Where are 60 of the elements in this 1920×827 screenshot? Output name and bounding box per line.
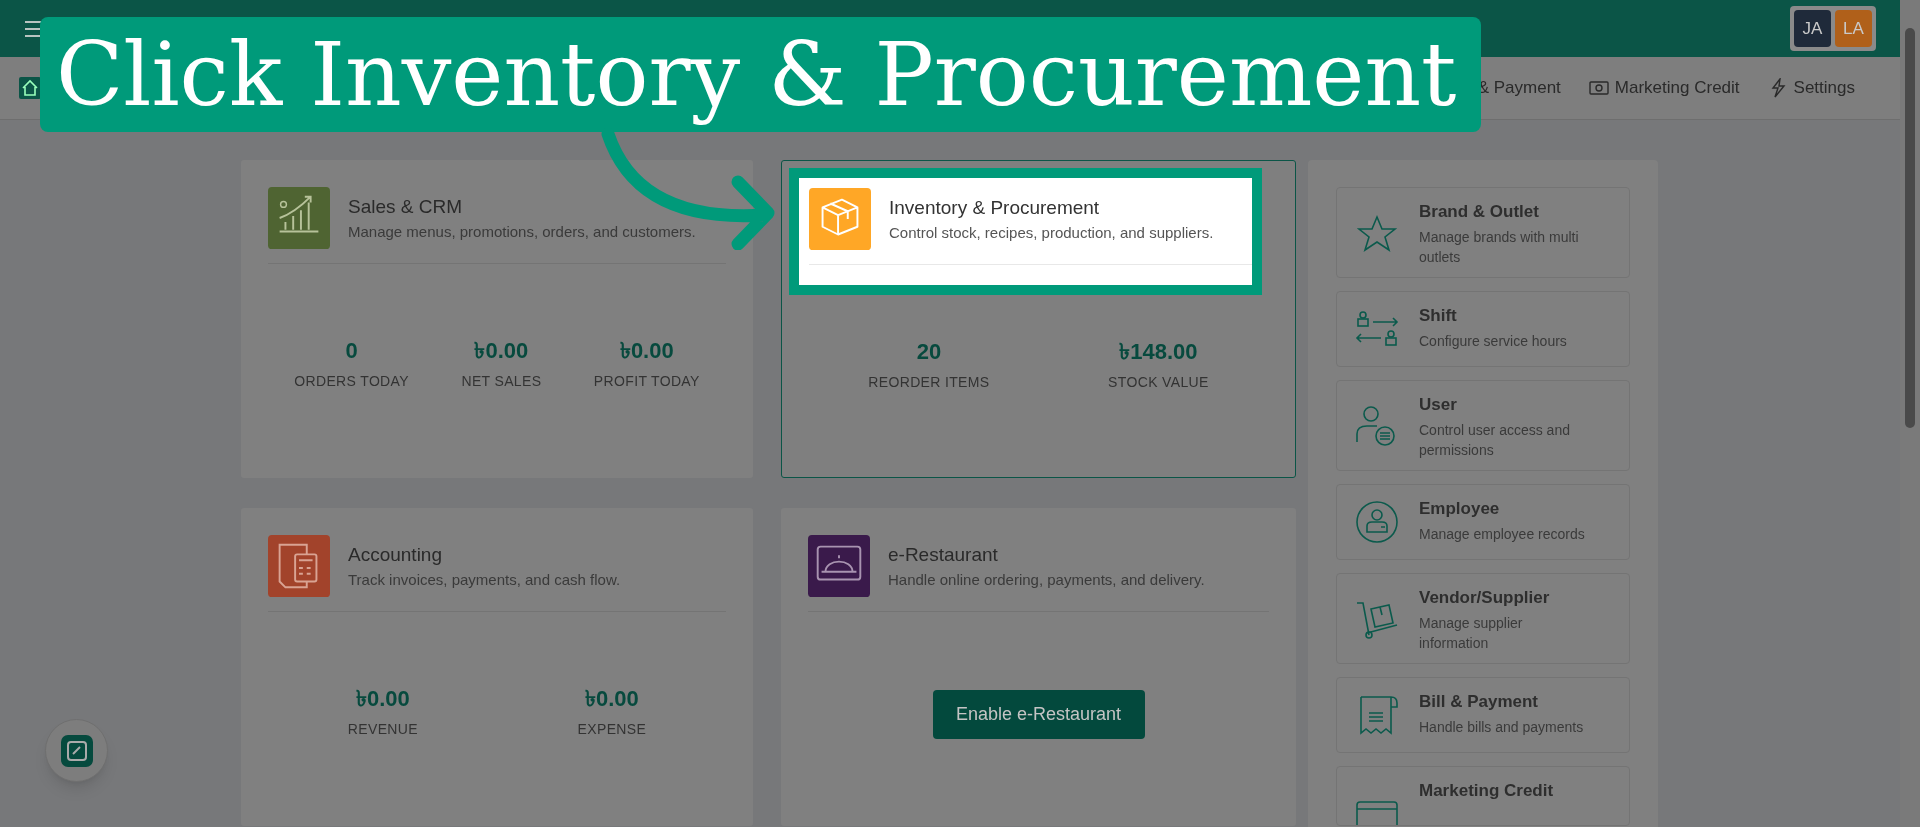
user-avatar[interactable]: JA	[1794, 10, 1831, 47]
stat-value: ৳0.00	[355, 685, 410, 713]
settings-item[interactable]: Shift Configure service hours	[1336, 291, 1630, 367]
item-title: Marketing Credit	[1419, 780, 1554, 802]
tutorial-callout: Click Inventory & Procurement	[40, 17, 1481, 132]
scrollbar-thumb[interactable]	[1905, 28, 1915, 428]
item-title: Brand & Outlet	[1419, 201, 1540, 223]
item-description: Configure service hours	[1419, 332, 1567, 351]
settings-item[interactable]: Vendor/Supplier Manage supplier information	[1336, 573, 1630, 664]
module-description: Track invoices, payments, and cash flow.	[348, 570, 621, 590]
item-description: Handle bills and payments	[1419, 718, 1584, 737]
employee-icon	[1353, 498, 1401, 546]
item-description: Control user access and permissions	[1419, 421, 1571, 460]
module-title: e-Restaurant	[888, 542, 999, 567]
nav-link[interactable]: Marketing Credit	[1588, 75, 1740, 101]
stat-value: ৳0.00	[584, 685, 639, 713]
stat-label: REVENUE	[347, 720, 418, 739]
box-icon	[809, 188, 871, 250]
stat-value: 0	[345, 337, 358, 365]
stat-label: NET SALES	[461, 372, 542, 391]
module-description: Handle online ordering, payments, and delivery.	[888, 570, 1205, 590]
stat-label: ORDERS TODAY	[294, 372, 409, 391]
item-description: Manage brands with multi outlets	[1419, 228, 1580, 267]
nav-link[interactable]: Settings	[1767, 75, 1855, 101]
settings-item[interactable]: User Control user access and permissions	[1336, 380, 1630, 471]
settings-item[interactable]: Employee Manage employee records	[1336, 484, 1630, 560]
stat-value: ৳148.00	[1119, 338, 1198, 366]
item-title: Shift	[1419, 305, 1458, 327]
module-card[interactable]: Accounting Track invoices, payments, and cash flow. ৳0.00 REVENUE ৳0.00 EXPENSE	[241, 508, 753, 826]
item-title: Vendor/Supplier	[1419, 587, 1551, 609]
stat-value: ৳0.00	[474, 337, 529, 365]
banknote-icon	[1588, 78, 1609, 98]
settings-item[interactable]: Bill & Payment Handle bills and payments	[1336, 677, 1630, 753]
item-title: User	[1419, 394, 1458, 416]
module-description: Control stock, recipes, production, and suppliers.	[889, 223, 1214, 243]
item-title: Employee	[1419, 498, 1501, 520]
settings-item[interactable]: Brand & Outlet Manage brands with multi outlets	[1336, 187, 1630, 278]
user-avatar[interactable]: LA	[1835, 10, 1872, 47]
calculator-icon	[268, 535, 330, 597]
item-description: Manage employee records	[1419, 525, 1585, 544]
module-title: Accounting	[348, 542, 443, 567]
module-title: Inventory & Procurement	[889, 195, 1101, 220]
home-icon[interactable]	[18, 76, 42, 100]
stat-label: EXPENSE	[577, 720, 647, 739]
item-description: Manage supplier information	[1419, 614, 1524, 653]
stat-value: 20	[916, 338, 942, 366]
module-card[interactable]: Inventory & Procurement Control stock, recipes, production, and suppliers. 20 REORDER ITEMS ৳148.00 STOCK VALUE	[781, 160, 1296, 478]
module-card[interactable]: e-Restaurant Handle online ordering, payments, and delivery. Enable e-Restaurant	[781, 508, 1296, 826]
module-card[interactable]: Sales & CRM Manage menus, promotions, orders, and customers. 0 ORDERS TODAY ৳0.00 NET SALES ৳0.00 PROFIT TODAY	[241, 160, 753, 478]
stat-label: PROFIT TODAY	[593, 372, 700, 391]
module-description: Manage menus, promotions, orders, and customers.	[348, 222, 696, 242]
stat-label: REORDER ITEMS	[868, 373, 990, 392]
module-title: Sales & CRM	[348, 194, 464, 219]
enable-button[interactable]: Enable e-Restaurant	[932, 690, 1145, 739]
cloche-icon	[808, 535, 870, 597]
item-title: Bill & Payment	[1419, 691, 1540, 713]
chart-icon	[268, 187, 330, 249]
stat-label: STOCK VALUE	[1108, 373, 1209, 392]
stat-value: ৳0.00	[619, 337, 674, 365]
settings-item[interactable]: Marketing Credit	[1336, 766, 1630, 826]
